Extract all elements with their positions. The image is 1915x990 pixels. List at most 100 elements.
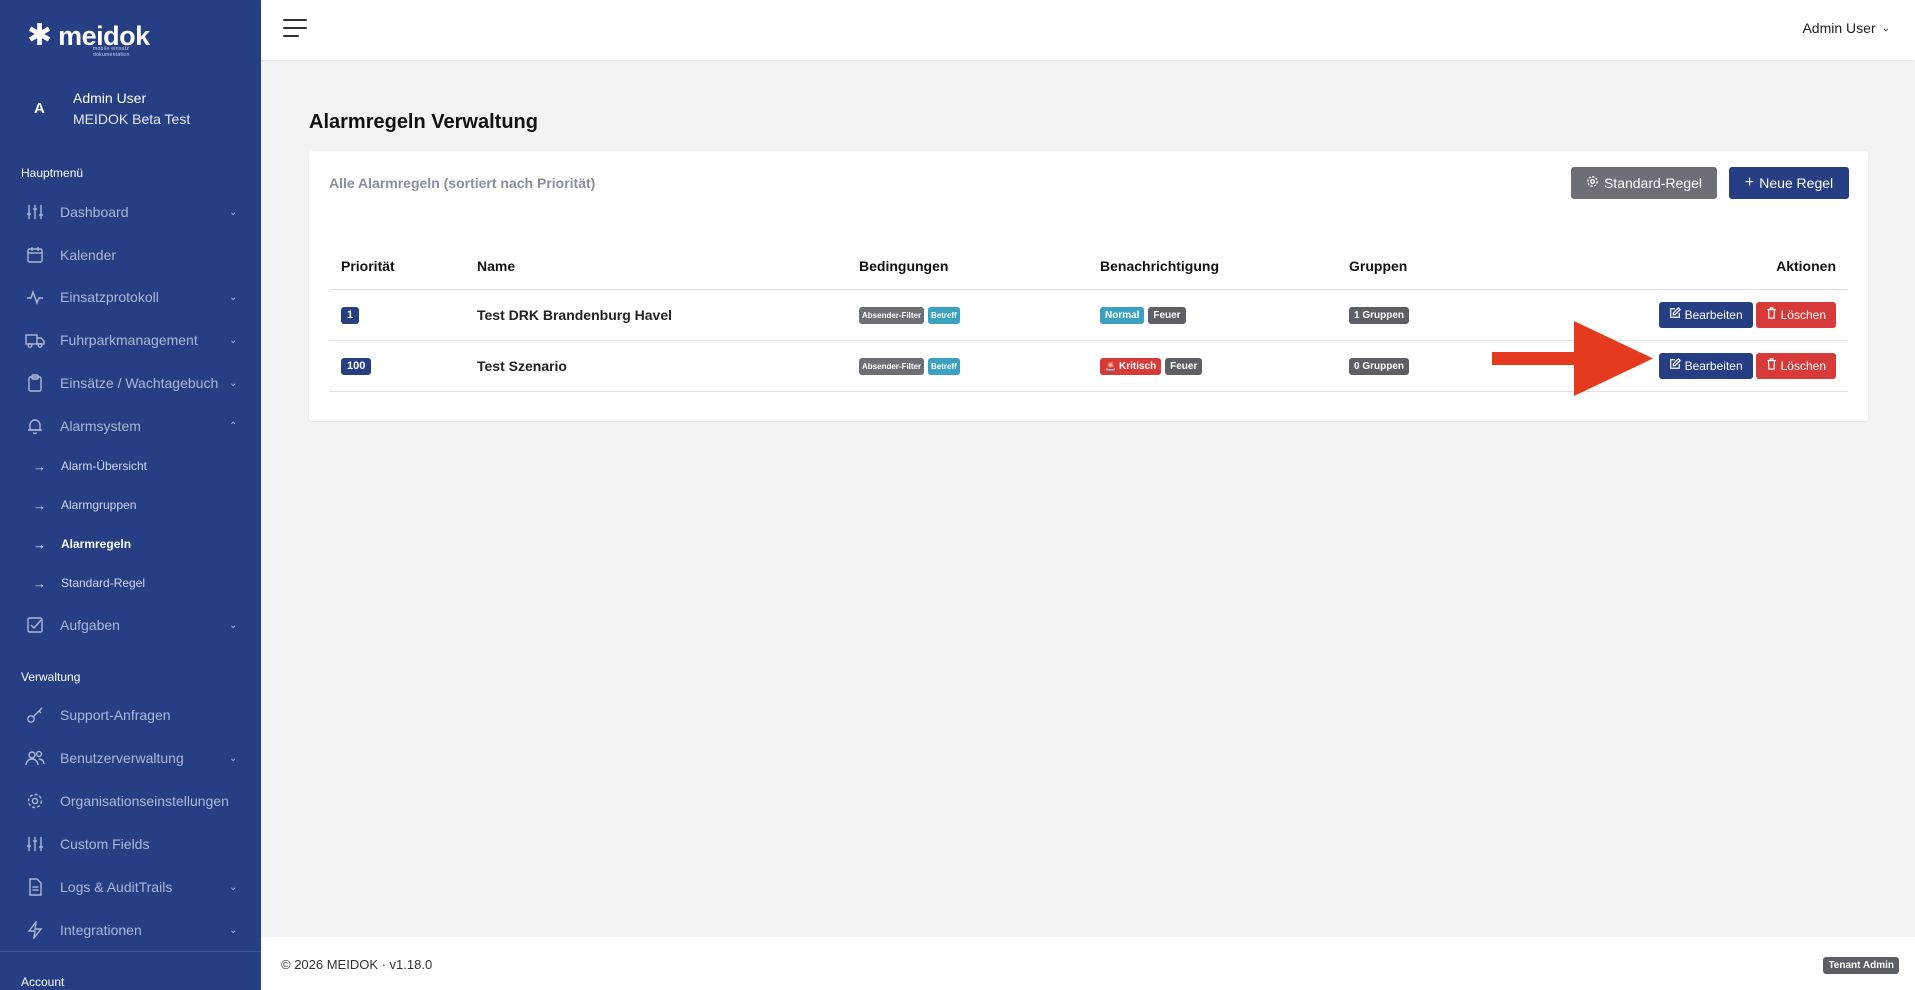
condition-badge: Absender-Filter — [859, 307, 925, 324]
sidebar-item-label: Benutzerverwaltung — [60, 750, 184, 766]
sidebar-subitem-standard-regel[interactable]: → Standard-Regel — [0, 568, 261, 598]
bell-icon — [25, 416, 45, 436]
calendar-icon — [25, 245, 45, 265]
check-square-icon — [25, 615, 45, 635]
col-name[interactable]: Name — [465, 243, 847, 290]
footer: © 2026 MEIDOK · v1.18.0 Tenant Admin — [261, 937, 1915, 990]
arrow-right-icon: → — [33, 497, 46, 513]
sidebar-item-logs[interactable]: Logs & AuditTrails ⌄ — [0, 869, 261, 905]
sidebar-item-dashboard[interactable]: Dashboard ⌄ — [0, 194, 261, 230]
edit-label: Bearbeiten — [1684, 307, 1743, 322]
arrow-right-icon: → — [33, 536, 46, 552]
zap-icon — [25, 920, 45, 940]
footer-copyright: © 2026 MEIDOK · v1.18.0 — [281, 957, 433, 972]
sidebar-item-support-anfragen[interactable]: Support-Anfragen — [0, 697, 261, 733]
sidebar-item-einsatzprotokoll[interactable]: Einsatzprotokoll ⌄ — [0, 279, 261, 315]
sidebar-item-label: Alarmsystem — [60, 418, 141, 434]
notification-type-badge: Feuer — [1165, 358, 1203, 375]
col-conditions[interactable]: Bedingungen — [847, 243, 1088, 290]
sidebar-divider — [0, 951, 261, 952]
chevron-down-icon: ⌄ — [229, 291, 238, 303]
condition-badge: Betreff — [928, 358, 960, 375]
col-groups[interactable]: Gruppen — [1337, 243, 1537, 290]
condition-badge: Betreff — [928, 307, 960, 324]
chevron-down-icon: ⌄ — [229, 752, 238, 764]
sidebar-subitem-alarm-uebersicht[interactable]: → Alarm-Übersicht — [0, 451, 261, 481]
col-priority[interactable]: Priorität — [329, 243, 465, 290]
sliders-icon — [25, 202, 45, 222]
page-title-bold: Alarmregeln — [309, 111, 426, 133]
delete-button[interactable]: Löschen — [1755, 301, 1836, 328]
delete-label: Löschen — [1780, 307, 1826, 322]
clipboard-icon — [25, 373, 45, 393]
arrow-right-icon: → — [33, 575, 46, 591]
sidebar-item-fuhrparkmanagement[interactable]: Fuhrparkmanagement ⌄ — [0, 322, 261, 358]
sidebar-subitem-label: Alarmgruppen — [61, 498, 137, 512]
edit-button[interactable]: Bearbeiten — [1658, 352, 1753, 379]
user-menu[interactable]: Admin User ⌄ — [1802, 20, 1890, 36]
gear-icon — [25, 791, 45, 811]
chevron-down-icon: ⌄ — [229, 881, 238, 893]
sidebar-item-label: Fuhrparkmanagement — [60, 332, 198, 348]
page-title: Alarmregeln Verwaltung — [309, 111, 538, 134]
edit-icon — [1669, 358, 1681, 373]
user-menu-label: Admin User — [1802, 20, 1876, 36]
edit-label: Bearbeiten — [1684, 358, 1743, 373]
sidebar-item-label: Custom Fields — [60, 836, 150, 852]
file-icon — [25, 877, 45, 897]
sidebar-item-integrationen[interactable]: Integrationen ⌄ — [0, 912, 261, 948]
notification-level-label: Kritisch — [1119, 361, 1157, 372]
chevron-down-icon: ⌄ — [229, 206, 238, 218]
notification-type-badge: Feuer — [1148, 307, 1186, 324]
sidebar-item-aufgaben[interactable]: Aufgaben ⌄ — [0, 607, 261, 643]
chevron-down-icon: ⌄ — [229, 377, 238, 389]
sidebar-subitem-label: Alarm-Übersicht — [61, 459, 148, 473]
star-of-life-icon: ✱ — [27, 19, 53, 52]
card-title: Alle Alarmregeln (sortiert nach Prioritä… — [329, 175, 596, 191]
section-account-label: Account — [21, 975, 65, 989]
trash-icon — [1766, 358, 1777, 373]
sidebar-item-benutzerverwaltung[interactable]: Benutzerverwaltung ⌄ — [0, 740, 261, 776]
sidebar-item-alarmsystem[interactable]: Alarmsystem ⌃ — [0, 408, 261, 444]
condition-badge: Absender-Filter — [859, 358, 925, 375]
users-icon — [25, 748, 45, 768]
sidebar-item-label: Aufgaben — [60, 617, 120, 633]
sidebar-item-custom-fields[interactable]: Custom Fields — [0, 826, 261, 862]
col-notification[interactable]: Benachrichtigung — [1088, 243, 1337, 290]
edit-icon — [1669, 307, 1681, 322]
new-rule-label: Neue Regel — [1759, 175, 1834, 191]
sidebar: ✱ meidok mobile einsatz dokumentation A … — [0, 0, 261, 990]
groups-badge: 1 Gruppen — [1349, 307, 1410, 324]
sidebar-item-label: Einsatzprotokoll — [60, 289, 159, 305]
section-main-label: Hauptmenü — [21, 166, 84, 180]
edit-button[interactable]: Bearbeiten — [1658, 301, 1753, 328]
sidebar-subitem-alarmgruppen[interactable]: → Alarmgruppen — [0, 490, 261, 520]
sidebar-item-label: Logs & AuditTrails — [60, 879, 173, 895]
delete-button[interactable]: Löschen — [1755, 352, 1836, 379]
section-admin-label: Verwaltung — [21, 670, 81, 684]
sidebar-item-label: Support-Anfragen — [60, 707, 171, 723]
sidebar-subitem-alarmregeln[interactable]: → Alarmregeln — [0, 529, 261, 559]
menu-toggle-icon[interactable] — [283, 19, 307, 39]
sidebar-item-organisationseinstellungen[interactable]: Organisationseinstellungen — [0, 783, 261, 819]
chevron-down-icon: ⌄ — [1881, 22, 1890, 34]
activity-icon — [25, 287, 45, 307]
sidebar-item-label: Organisationseinstellungen — [60, 793, 229, 809]
brand-logo[interactable]: ✱ meidok mobile einsatz dokumentation — [27, 16, 150, 59]
siren-icon: 🚨 — [1105, 361, 1117, 371]
avatar: A — [34, 100, 45, 117]
chevron-down-icon: ⌄ — [229, 924, 238, 936]
brand-tagline: mobile einsatz dokumentation — [93, 46, 130, 58]
plus-icon: + — [1744, 174, 1755, 191]
trash-icon — [1766, 307, 1777, 322]
col-actions: Aktionen — [1537, 243, 1848, 290]
notification-level-badge: 🚨 Kritisch — [1100, 358, 1162, 375]
priority-badge: 100 — [341, 358, 372, 375]
notification-level-badge: Normal — [1100, 307, 1145, 324]
new-rule-button[interactable]: + Neue Regel — [1729, 167, 1849, 199]
sidebar-item-einsaetze[interactable]: Einsätze / Wachtagebuch ⌄ — [0, 365, 261, 401]
sidebar-item-kalender[interactable]: Kalender — [0, 237, 261, 273]
standard-rule-button[interactable]: Standard-Regel — [1571, 167, 1717, 199]
sidebar-item-label: Dashboard — [60, 204, 129, 220]
sidebar-item-label: Integrationen — [60, 922, 142, 938]
